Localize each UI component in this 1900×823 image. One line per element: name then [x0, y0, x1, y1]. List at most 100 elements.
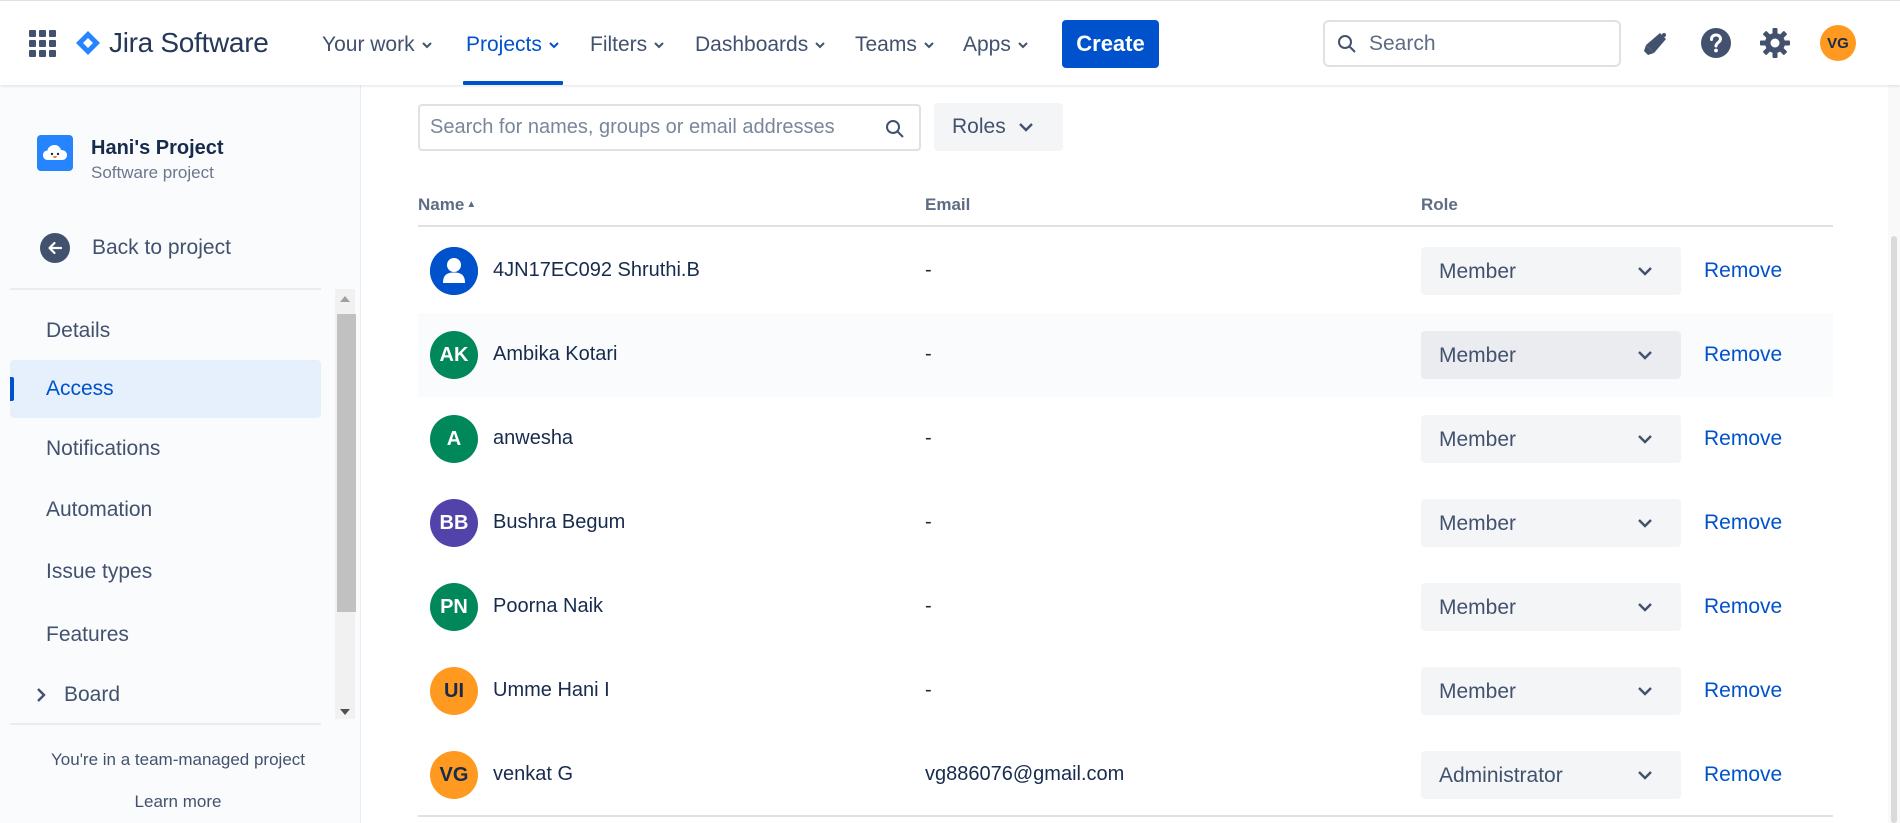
back-to-project-label: Back to project	[92, 236, 231, 259]
learn-more-link[interactable]: Learn more	[0, 792, 356, 812]
search-icon	[1338, 34, 1356, 53]
nav-teams[interactable]: Teams	[855, 29, 935, 61]
role-select[interactable]: Member	[1421, 583, 1681, 631]
sidebar-item-label: Automation	[46, 498, 153, 521]
chevron-down-icon	[1638, 435, 1652, 444]
roles-filter-label: Roles	[952, 115, 1006, 138]
member-name: Poorna Naik	[493, 595, 604, 617]
team-managed-note: You're in a team-managed project	[51, 750, 305, 769]
create-button[interactable]: Create	[1062, 20, 1159, 68]
default-user-avatar-icon	[430, 247, 478, 295]
role-select[interactable]: Member	[1421, 331, 1681, 379]
role-select[interactable]: Administrator	[1421, 751, 1681, 799]
nav-projects[interactable]: Projects	[466, 29, 560, 61]
sidebar-item-label: Issue types	[46, 560, 153, 583]
project-cloud-icon	[37, 135, 73, 171]
remove-member-button[interactable]: Remove	[1704, 259, 1782, 283]
avatar: BB	[430, 499, 478, 547]
sidebar-item-features[interactable]: Features	[10, 606, 321, 664]
table-row: AK Ambika Kotari - Member Remove	[418, 313, 1833, 397]
remove-member-button[interactable]: Remove	[1704, 427, 1782, 451]
jira-logo[interactable]: Jira Software	[75, 27, 269, 59]
chevron-down-icon	[815, 42, 825, 49]
settings-gear-icon[interactable]	[1757, 25, 1793, 61]
nav-your-work[interactable]: Your work	[322, 29, 433, 61]
column-header-email: Email	[925, 195, 971, 214]
sidebar-item-label: Notifications	[46, 437, 161, 460]
nav-filters[interactable]: Filters	[590, 29, 665, 61]
role-select[interactable]: Member	[1421, 667, 1681, 715]
back-to-project-link[interactable]: Back to project	[40, 233, 231, 263]
sort-ascending-icon: ▲	[466, 199, 477, 210]
user-avatar[interactable]: VG	[1820, 25, 1856, 61]
project-settings-sidebar: Hani's Project Software project Back to …	[0, 85, 361, 823]
notification-megaphone-icon[interactable]	[1638, 25, 1674, 61]
global-search[interactable]	[1323, 20, 1621, 67]
arrow-left-icon	[40, 233, 70, 263]
member-search-field[interactable]	[418, 104, 921, 151]
nav-apps[interactable]: Apps	[963, 29, 1029, 61]
sidebar-item-automation[interactable]: Automation	[10, 481, 321, 539]
table-row: UI Umme Hani I - Member Remove	[418, 649, 1833, 733]
role-select-value: Member	[1439, 596, 1517, 619]
column-header-name[interactable]: Name ▲	[418, 195, 476, 215]
nav-apps-label: Apps	[963, 33, 1011, 56]
chevron-down-icon	[1638, 687, 1652, 696]
main-scrollbar-thumb[interactable]	[1891, 236, 1897, 823]
jira-diamond-icon	[76, 31, 100, 55]
nav-filters-label: Filters	[590, 33, 648, 56]
avatar: A	[430, 415, 478, 463]
chevron-down-icon	[1019, 123, 1033, 132]
remove-member-button[interactable]: Remove	[1704, 343, 1782, 367]
sidebar-item-label: Access	[46, 377, 114, 400]
scroll-down-arrow-icon[interactable]	[340, 709, 350, 715]
member-email: -	[925, 427, 932, 449]
avatar: PN	[430, 583, 478, 631]
role-select-value: Administrator	[1439, 764, 1563, 787]
project-header: Hani's Project Software project	[37, 135, 224, 185]
active-nav-underline	[463, 81, 563, 85]
sidebar-item-notifications[interactable]: Notifications	[10, 420, 321, 478]
sidebar-divider	[10, 288, 321, 290]
chevron-down-icon	[654, 42, 664, 49]
chevron-down-icon	[1638, 351, 1652, 360]
project-name: Hani's Project	[91, 137, 224, 159]
nav-dashboards-label: Dashboards	[695, 33, 809, 56]
table-row: PN Poorna Naik - Member Remove	[418, 565, 1833, 649]
role-select[interactable]: Member	[1421, 499, 1681, 547]
table-row: A anwesha - Member Remove	[418, 397, 1833, 481]
role-select[interactable]: Member	[1421, 247, 1681, 295]
roles-filter-dropdown[interactable]: Roles	[934, 103, 1063, 151]
global-search-input[interactable]	[1369, 31, 1599, 56]
remove-member-button[interactable]: Remove	[1704, 511, 1782, 535]
table-header-divider	[418, 225, 1833, 227]
remove-member-button[interactable]: Remove	[1704, 595, 1782, 619]
member-name: 4JN17EC092 Shruthi.B	[493, 259, 700, 281]
help-icon[interactable]	[1698, 25, 1734, 61]
sidebar-item-access[interactable]: Access	[10, 360, 321, 418]
sidebar-item-details[interactable]: Details	[10, 302, 321, 360]
search-icon	[886, 120, 904, 138]
sidebar-item-board[interactable]: Board	[10, 666, 321, 724]
nav-your-work-label: Your work	[322, 33, 415, 56]
role-select-value: Member	[1439, 512, 1517, 535]
role-select[interactable]: Member	[1421, 415, 1681, 463]
member-name: venkat G	[493, 763, 574, 785]
chevron-down-icon	[549, 42, 559, 49]
column-header-role: Role	[1421, 195, 1458, 214]
member-email: -	[925, 511, 932, 533]
role-select-value: Member	[1439, 344, 1517, 367]
sidebar-scrollbar-thumb[interactable]	[337, 314, 356, 612]
sidebar-item-issue-types[interactable]: Issue types	[10, 543, 321, 601]
role-select-value: Member	[1439, 260, 1517, 283]
table-row: BB Bushra Begum - Member Remove	[418, 481, 1833, 565]
remove-member-button[interactable]: Remove	[1704, 763, 1782, 787]
table-bottom-divider	[418, 815, 1833, 817]
remove-member-button[interactable]: Remove	[1704, 679, 1782, 703]
member-search-input[interactable]	[430, 116, 870, 139]
apps-grid-icon[interactable]	[29, 30, 56, 57]
nav-dashboards[interactable]: Dashboards	[695, 29, 826, 61]
chevron-right-icon[interactable]	[34, 686, 48, 704]
chevron-down-icon	[1638, 771, 1652, 780]
scroll-up-arrow-icon[interactable]	[340, 296, 350, 302]
